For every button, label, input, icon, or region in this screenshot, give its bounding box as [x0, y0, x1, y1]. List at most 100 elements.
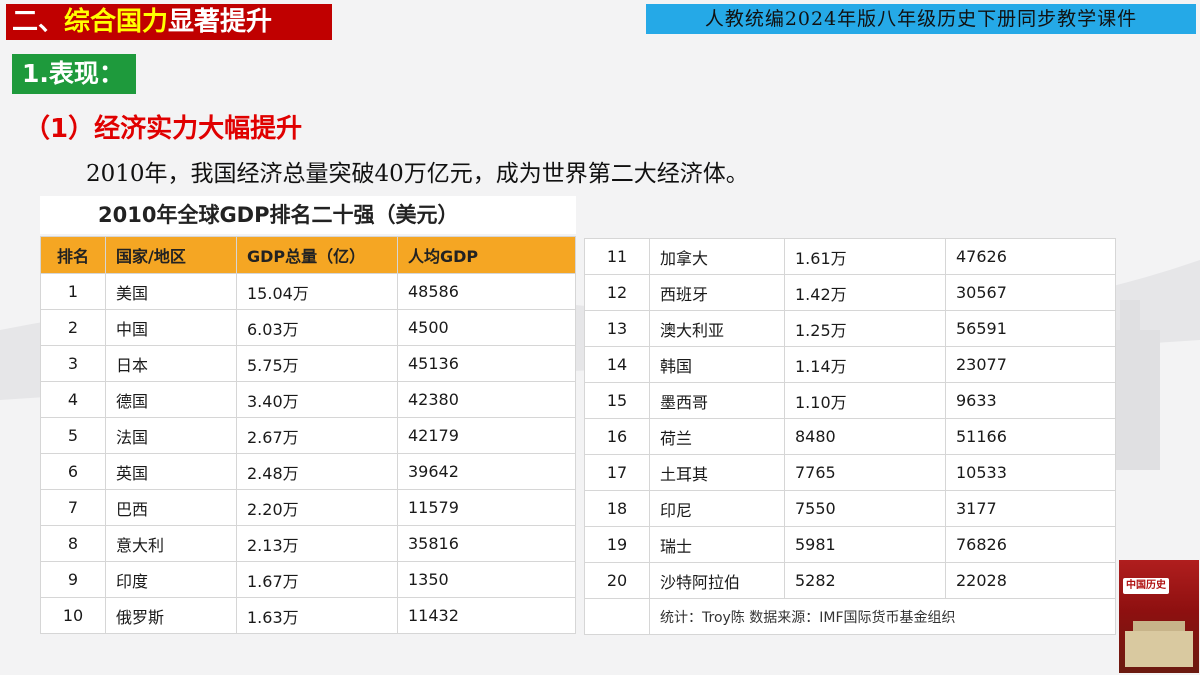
gdp-per-capita-cell: 11579: [397, 489, 576, 526]
table-title: 2010年全球GDP排名二十强（美元）: [40, 196, 576, 234]
table-row: 1 美国 15.04万 48586: [40, 273, 576, 310]
country-cell: 意大利: [105, 525, 237, 562]
country-cell: 加拿大: [649, 238, 785, 275]
rank-cell: 11: [584, 238, 650, 275]
table-body-right: 11 加拿大 1.61万 47626 12 西班牙 1.42万 30567 13 澳大利亚 1.25…: [584, 238, 1116, 599]
gdp-total-cell: 1.67万: [236, 561, 398, 598]
table-row: 4 德国 3.40万 42380: [40, 381, 576, 418]
gdp-total-cell: 7550: [784, 490, 946, 527]
gdp-total-cell: 1.61万: [784, 238, 946, 275]
subsection-heading: 1.表现：: [12, 54, 136, 94]
gdp-per-capita-cell: 76826: [945, 526, 1116, 563]
gdp-per-capita-cell: 45136: [397, 345, 576, 382]
country-cell: 美国: [105, 273, 237, 310]
gdp-per-capita-cell: 23077: [945, 346, 1116, 383]
country-cell: 法国: [105, 417, 237, 454]
gdp-per-capita-cell: 4500: [397, 309, 576, 346]
column-header: GDP总量（亿）: [236, 236, 398, 274]
table-row: 14 韩国 1.14万 23077: [584, 346, 1116, 383]
rank-cell: 2: [40, 309, 106, 346]
rank-cell: 4: [40, 381, 106, 418]
country-cell: 土耳其: [649, 454, 785, 491]
table-row: 16 荷兰 8480 51166: [584, 418, 1116, 455]
rank-cell: 16: [584, 418, 650, 455]
table-row: 20 沙特阿拉伯 5282 22028: [584, 562, 1116, 599]
rank-cell: 5: [40, 417, 106, 454]
country-cell: 韩国: [649, 346, 785, 383]
gdp-total-cell: 5.75万: [236, 345, 398, 382]
country-cell: 英国: [105, 453, 237, 490]
country-cell: 墨西哥: [649, 382, 785, 419]
table-row: 18 印尼 7550 3177: [584, 490, 1116, 527]
point-heading: （1）经济实力大幅提升: [24, 114, 303, 144]
gdp-per-capita-cell: 47626: [945, 238, 1116, 275]
country-cell: 澳大利亚: [649, 310, 785, 347]
table-row: 9 印度 1.67万 1350: [40, 561, 576, 598]
table-row: 6 英国 2.48万 39642: [40, 453, 576, 490]
gdp-total-cell: 3.40万: [236, 381, 398, 418]
rank-cell: 10: [40, 597, 106, 634]
country-cell: 沙特阿拉伯: [649, 562, 785, 599]
gdp-per-capita-cell: 39642: [397, 453, 576, 490]
rank-cell: 8: [40, 525, 106, 562]
gdp-total-cell: 2.48万: [236, 453, 398, 490]
gdp-per-capita-cell: 51166: [945, 418, 1116, 455]
rank-cell: 7: [40, 489, 106, 526]
gdp-total-cell: 2.20万: [236, 489, 398, 526]
gdp-table-right: 11 加拿大 1.61万 47626 12 西班牙 1.42万 30567 13 澳大利亚 1.25…: [584, 238, 1116, 635]
rank-cell: 3: [40, 345, 106, 382]
gdp-per-capita-cell: 48586: [397, 273, 576, 310]
country-cell: 荷兰: [649, 418, 785, 455]
country-cell: 西班牙: [649, 274, 785, 311]
table-row: 12 西班牙 1.42万 30567: [584, 274, 1116, 311]
column-header: 排名: [40, 236, 106, 274]
gdp-per-capita-cell: 30567: [945, 274, 1116, 311]
country-cell: 印度: [105, 561, 237, 598]
table-source-note: 统计：Troy陈 数据来源：IMF国际货币基金组织: [649, 598, 1116, 635]
table-row: 17 土耳其 7765 10533: [584, 454, 1116, 491]
gdp-total-cell: 7765: [784, 454, 946, 491]
table-row: 7 巴西 2.20万 11579: [40, 489, 576, 526]
rank-cell: 17: [584, 454, 650, 491]
table-row: 8 意大利 2.13万 35816: [40, 525, 576, 562]
textbook-title: 中国历史: [1123, 578, 1169, 594]
rank-cell: 14: [584, 346, 650, 383]
gdp-total-cell: 1.14万: [784, 346, 946, 383]
country-cell: 瑞士: [649, 526, 785, 563]
country-cell: 巴西: [105, 489, 237, 526]
gdp-per-capita-cell: 9633: [945, 382, 1116, 419]
country-cell: 印尼: [649, 490, 785, 527]
gdp-per-capita-cell: 56591: [945, 310, 1116, 347]
gdp-total-cell: 2.67万: [236, 417, 398, 454]
body-sentence: 2010年，我国经济总量突破40万亿元，成为世界第二大经济体。: [86, 161, 749, 187]
rank-cell: 19: [584, 526, 650, 563]
table-row: 11 加拿大 1.61万 47626: [584, 238, 1116, 275]
gdp-total-cell: 8480: [784, 418, 946, 455]
gdp-per-capita-cell: 42179: [397, 417, 576, 454]
textbook-cover-thumbnail: 中国历史: [1119, 560, 1199, 673]
table-row: 13 澳大利亚 1.25万 56591: [584, 310, 1116, 347]
gdp-total-cell: 15.04万: [236, 273, 398, 310]
rank-cell: 20: [584, 562, 650, 599]
country-cell: 中国: [105, 309, 237, 346]
gdp-total-cell: 1.42万: [784, 274, 946, 311]
table-row: 19 瑞士 5981 76826: [584, 526, 1116, 563]
rank-cell: 9: [40, 561, 106, 598]
section-title: 二、综合国力显著提升: [6, 4, 332, 40]
table-row: 2 中国 6.03万 4500: [40, 309, 576, 346]
gdp-total-cell: 5282: [784, 562, 946, 599]
gdp-total-cell: 1.63万: [236, 597, 398, 634]
column-header: 国家/地区: [105, 236, 237, 274]
rank-cell: 18: [584, 490, 650, 527]
table-header-row: 排名 国家/地区 GDP总量（亿） 人均GDP: [40, 236, 576, 274]
table-footer-row: 统计：Troy陈 数据来源：IMF国际货币基金组织: [584, 598, 1116, 635]
rank-cell: 15: [584, 382, 650, 419]
table-body-left: 1 美国 15.04万 48586 2 中国 6.03万 4500 3 日本 5.75万 45136 4…: [40, 273, 576, 634]
table-row: 10 俄罗斯 1.63万 11432: [40, 597, 576, 634]
column-header: 人均GDP: [397, 236, 576, 274]
building-illustration: [1125, 621, 1193, 667]
gdp-total-cell: 1.10万: [784, 382, 946, 419]
rank-cell: 13: [584, 310, 650, 347]
gdp-total-cell: 2.13万: [236, 525, 398, 562]
gdp-per-capita-cell: 42380: [397, 381, 576, 418]
